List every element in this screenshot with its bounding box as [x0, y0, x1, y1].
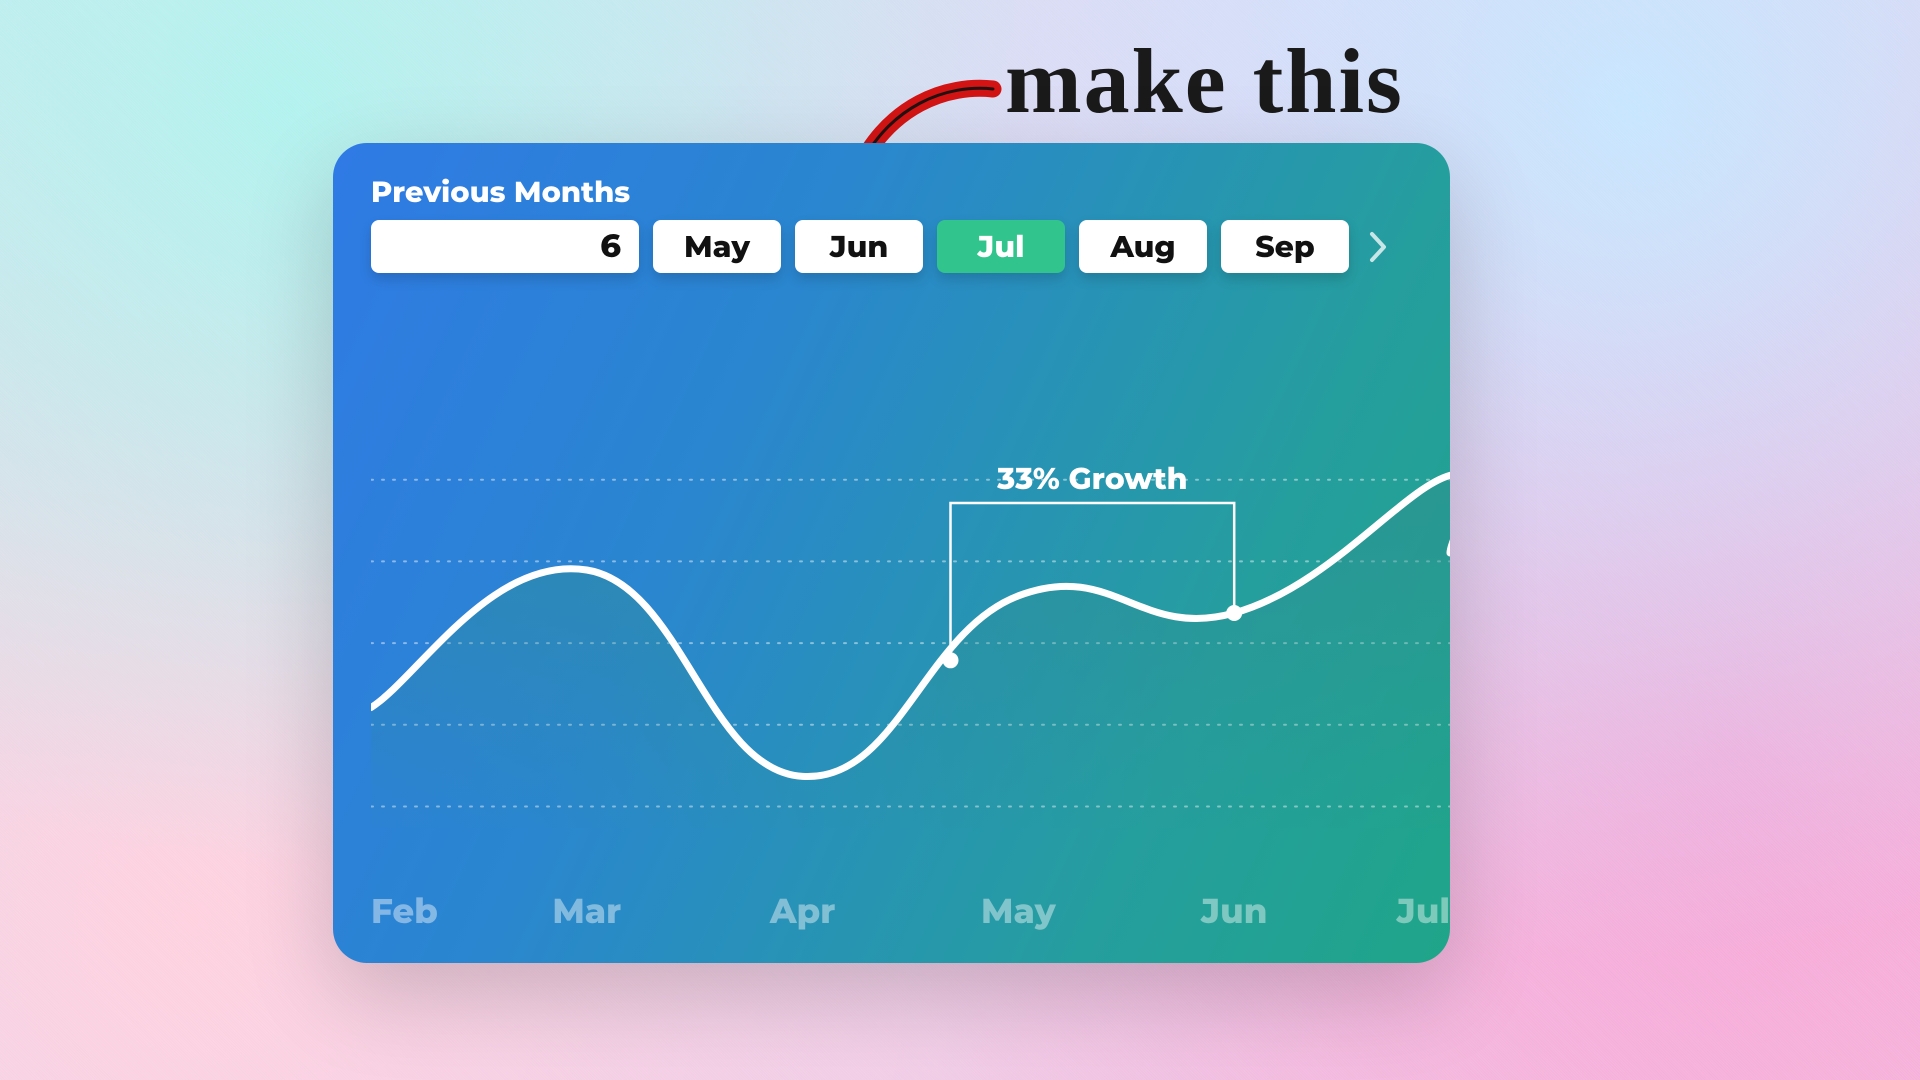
x-axis-label: Jun	[1200, 890, 1267, 932]
chevron-right-icon	[1368, 230, 1388, 264]
month-pill-jun[interactable]: Jun	[795, 220, 923, 273]
previous-months-input[interactable]	[371, 220, 639, 273]
marker-end	[1226, 605, 1242, 621]
marker-start	[943, 652, 959, 668]
previous-months-label: Previous Months	[371, 175, 1412, 210]
month-pill-aug[interactable]: Aug	[1079, 220, 1207, 273]
x-axis-label: May	[981, 890, 1057, 932]
growth-label: 33% Growth	[996, 460, 1187, 497]
x-axis-label: Jul	[1396, 890, 1450, 932]
handwritten-callout: make this	[1005, 28, 1404, 134]
chart-area: 33% Growth Feb Mar Apr May Jun Jul	[371, 378, 1450, 943]
x-axis-label: Feb	[371, 890, 438, 932]
controls-row: May Jun Jul Aug Sep	[371, 220, 1412, 273]
month-pill-sep[interactable]: Sep	[1221, 220, 1349, 273]
x-axis-label: Mar	[552, 890, 621, 932]
month-pill-may[interactable]: May	[653, 220, 781, 273]
area-chart: 33% Growth Feb Mar Apr May Jun Jul	[371, 378, 1450, 943]
month-pill-jul[interactable]: Jul	[937, 220, 1065, 273]
chart-card: Previous Months May Jun Jul Aug Sep 33% Grow…	[333, 143, 1450, 963]
chart-area-fill	[371, 474, 1450, 828]
months-scroll-next-button[interactable]	[1363, 220, 1393, 273]
x-axis-label: Apr	[769, 890, 835, 932]
